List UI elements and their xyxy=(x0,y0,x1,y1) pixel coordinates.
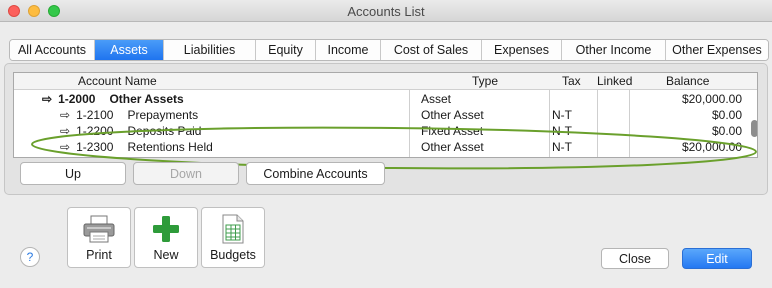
tab-cost-of-sales[interactable]: Cost of Sales xyxy=(381,40,482,60)
account-type-tabs: All Accounts Assets Liabilities Equity I… xyxy=(9,39,769,61)
account-number: 1-2000 xyxy=(58,92,96,106)
table-row[interactable]: ⇨ 1-2000 Other Assets Asset $20,000.00 xyxy=(14,91,757,107)
type-cell: Asset xyxy=(421,92,452,106)
budgets-label: Budgets xyxy=(210,248,256,262)
table-scrollbar[interactable] xyxy=(750,90,757,157)
account-number: 1-2300 xyxy=(76,140,114,154)
account-number: 1-2100 xyxy=(76,108,114,122)
column-type[interactable]: Type xyxy=(472,73,498,89)
account-name-cell: ⇨ 1-2000 Other Assets xyxy=(42,91,184,107)
help-button[interactable]: ? xyxy=(20,247,40,267)
accounts-table: Account Name Type Tax Linked Balance ⇨ 1… xyxy=(13,72,758,158)
budgets-button[interactable]: Budgets xyxy=(201,207,265,268)
type-cell: Other Asset xyxy=(421,108,484,122)
combine-accounts-button[interactable]: Combine Accounts xyxy=(246,162,385,185)
account-name: Deposits Paid xyxy=(127,124,202,138)
account-name-cell: ⇨ 1-2200 Deposits Paid xyxy=(60,123,201,139)
tab-liabilities[interactable]: Liabilities xyxy=(164,40,256,60)
account-name: Prepayments xyxy=(127,108,199,122)
tab-all-accounts[interactable]: All Accounts xyxy=(10,40,95,60)
window-title: Accounts List xyxy=(347,4,425,19)
plus-icon xyxy=(153,216,179,242)
column-tax[interactable]: Tax xyxy=(562,73,581,89)
type-cell: Fixed Asset xyxy=(421,124,484,138)
column-linked[interactable]: Linked xyxy=(597,73,632,89)
balance-cell: $0.00 xyxy=(711,124,742,138)
new-button[interactable]: New xyxy=(134,207,198,268)
tax-cell: N-T xyxy=(552,140,572,154)
account-number: 1-2200 xyxy=(76,124,114,138)
edit-button[interactable]: Edit xyxy=(682,248,752,269)
table-row[interactable]: ⇨ 1-2300 Retentions Held Other Asset N-T… xyxy=(14,139,757,155)
account-name-cell: ⇨ 1-2100 Prepayments xyxy=(60,107,198,123)
table-row[interactable]: ⇨ 1-2100 Prepayments Other Asset N-T $0.… xyxy=(14,107,757,123)
spreadsheet-icon xyxy=(222,214,244,244)
balance-cell: $0.00 xyxy=(711,108,742,122)
account-name-cell: ⇨ 1-2300 Retentions Held xyxy=(60,139,213,155)
table-header: Account Name Type Tax Linked Balance xyxy=(14,73,757,90)
table-row[interactable]: ⇨ 1-2200 Deposits Paid Fixed Asset N-T $… xyxy=(14,123,757,139)
account-name: Retentions Held xyxy=(127,140,213,154)
tab-expenses[interactable]: Expenses xyxy=(482,40,562,60)
scrollbar-thumb[interactable] xyxy=(751,120,757,137)
up-button[interactable]: Up xyxy=(20,162,126,185)
down-button[interactable]: Down xyxy=(133,162,239,185)
new-label: New xyxy=(153,248,179,262)
window-titlebar: Accounts List xyxy=(0,0,772,22)
tab-income[interactable]: Income xyxy=(316,40,381,60)
close-button[interactable]: Close xyxy=(601,248,669,269)
tab-assets[interactable]: Assets xyxy=(95,40,164,60)
right-arrow-icon[interactable]: ⇨ xyxy=(60,108,70,122)
print-label: Print xyxy=(86,248,112,262)
column-account-name[interactable]: Account Name xyxy=(78,73,157,89)
tax-cell: N-T xyxy=(552,108,572,122)
tab-other-income[interactable]: Other Income xyxy=(562,40,666,60)
balance-cell: $20,000.00 xyxy=(681,140,742,154)
right-arrow-icon[interactable]: ⇨ xyxy=(60,124,70,138)
balance-cell: $20,000.00 xyxy=(681,92,742,106)
tax-cell: N-T xyxy=(552,124,572,138)
print-button[interactable]: Print xyxy=(67,207,131,268)
type-cell: Other Asset xyxy=(421,140,484,154)
account-name: Other Assets xyxy=(109,92,184,106)
column-balance[interactable]: Balance xyxy=(666,73,709,89)
tab-other-expenses[interactable]: Other Expenses xyxy=(666,40,768,60)
right-arrow-icon[interactable]: ⇨ xyxy=(60,140,70,154)
printer-icon xyxy=(83,215,115,243)
right-arrow-icon[interactable]: ⇨ xyxy=(42,92,52,106)
tab-equity[interactable]: Equity xyxy=(256,40,316,60)
